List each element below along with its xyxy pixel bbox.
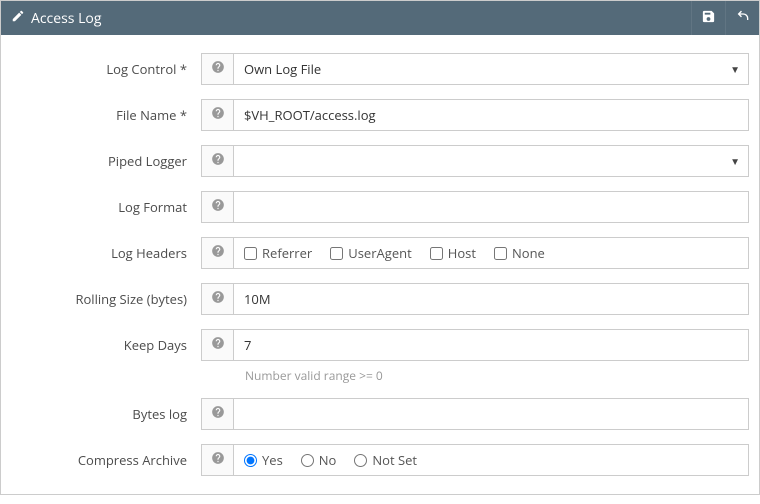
keep-days-input[interactable] [234, 330, 748, 360]
bytes-log-input[interactable] [234, 399, 748, 429]
piped-logger-select-wrap: ▼ [233, 145, 749, 177]
log-control-select-wrap: Own Log File ▼ [233, 53, 749, 85]
label-file-name: File Name * [1, 99, 201, 124]
label-text: File Name [116, 106, 176, 124]
file-name-input[interactable] [234, 100, 748, 130]
label-log-format: Log Format [1, 191, 201, 216]
log-format-input[interactable] [234, 192, 748, 222]
help-button[interactable] [201, 329, 233, 361]
row-compress-archive: Compress Archive Yes No Not Set [1, 444, 749, 476]
panel-header: Access Log [1, 1, 759, 35]
checkbox-label: UserAgent [348, 244, 411, 262]
checkbox-label: None [512, 244, 545, 262]
help-button[interactable] [201, 53, 233, 85]
required-mark: * [180, 60, 187, 78]
piped-logger-select[interactable] [234, 146, 748, 176]
help-icon [211, 405, 225, 423]
row-log-format: Log Format [1, 191, 749, 223]
label-compress-archive: Compress Archive [1, 444, 201, 469]
panel-actions [691, 1, 759, 35]
access-log-panel: Access Log Log Control * [0, 0, 760, 495]
required-mark: * [180, 106, 187, 124]
radio-yes-input[interactable] [244, 454, 257, 467]
save-button[interactable] [691, 1, 725, 35]
row-keep-days: Keep Days [1, 329, 749, 361]
log-control-select[interactable]: Own Log File [234, 54, 748, 84]
checkbox-label: Host [448, 244, 476, 262]
rolling-size-input[interactable] [234, 284, 748, 314]
row-log-headers: Log Headers Referrer UserAgent Host None [1, 237, 749, 269]
checkbox-useragent-input[interactable] [330, 247, 343, 260]
log-format-input-wrap [233, 191, 749, 223]
help-icon [211, 198, 225, 216]
rolling-size-input-wrap [233, 283, 749, 315]
help-button[interactable] [201, 99, 233, 131]
checkbox-none-input[interactable] [494, 247, 507, 260]
help-icon [211, 290, 225, 308]
row-rolling-size: Rolling Size (bytes) [1, 283, 749, 315]
radio-notset[interactable]: Not Set [354, 451, 417, 469]
help-icon [211, 152, 225, 170]
panel-title-wrap: Access Log [11, 9, 691, 28]
panel-body: Log Control * Own Log File ▼ File Name * [1, 35, 759, 494]
log-headers-checkbox-group: Referrer UserAgent Host None [234, 238, 555, 268]
help-icon [211, 60, 225, 78]
bytes-log-input-wrap [233, 398, 749, 430]
checkbox-useragent[interactable]: UserAgent [330, 244, 411, 262]
checkbox-host-input[interactable] [430, 247, 443, 260]
checkbox-host[interactable]: Host [430, 244, 476, 262]
log-headers-group-wrap: Referrer UserAgent Host None [233, 237, 749, 269]
file-name-input-wrap [233, 99, 749, 131]
radio-no-input[interactable] [301, 454, 314, 467]
row-bytes-log: Bytes log [1, 398, 749, 430]
help-icon [211, 106, 225, 124]
panel-title: Access Log [31, 9, 101, 28]
label-log-control: Log Control * [1, 53, 201, 78]
help-button[interactable] [201, 444, 233, 476]
radio-no[interactable]: No [301, 451, 337, 469]
help-button[interactable] [201, 398, 233, 430]
help-icon [211, 336, 225, 354]
row-file-name: File Name * [1, 99, 749, 131]
checkbox-referrer[interactable]: Referrer [244, 244, 312, 262]
help-button[interactable] [201, 145, 233, 177]
keep-days-input-wrap [233, 329, 749, 361]
checkbox-none[interactable]: None [494, 244, 545, 262]
label-keep-days: Keep Days [1, 329, 201, 354]
radio-label: No [319, 451, 337, 469]
radio-label: Yes [262, 451, 283, 469]
label-rolling-size: Rolling Size (bytes) [1, 283, 201, 308]
help-button[interactable] [201, 237, 233, 269]
undo-icon [735, 8, 751, 28]
label-bytes-log: Bytes log [1, 398, 201, 423]
label-log-headers: Log Headers [1, 237, 201, 262]
row-piped-logger: Piped Logger ▼ [1, 145, 749, 177]
radio-label: Not Set [372, 451, 417, 469]
label-text: Log Control [106, 60, 176, 78]
compress-archive-group-wrap: Yes No Not Set [233, 444, 749, 476]
save-icon [701, 9, 716, 28]
edit-icon [11, 9, 25, 27]
checkbox-label: Referrer [262, 244, 312, 262]
radio-yes[interactable]: Yes [244, 451, 283, 469]
label-piped-logger: Piped Logger [1, 145, 201, 170]
row-log-control: Log Control * Own Log File ▼ [1, 53, 749, 85]
checkbox-referrer-input[interactable] [244, 247, 257, 260]
help-icon [211, 451, 225, 469]
radio-notset-input[interactable] [354, 454, 367, 467]
help-icon [211, 244, 225, 262]
compress-archive-radio-group: Yes No Not Set [234, 445, 427, 475]
back-button[interactable] [725, 1, 759, 35]
keep-days-hint: Number valid range >= 0 [1, 367, 749, 384]
help-button[interactable] [201, 283, 233, 315]
help-button[interactable] [201, 191, 233, 223]
